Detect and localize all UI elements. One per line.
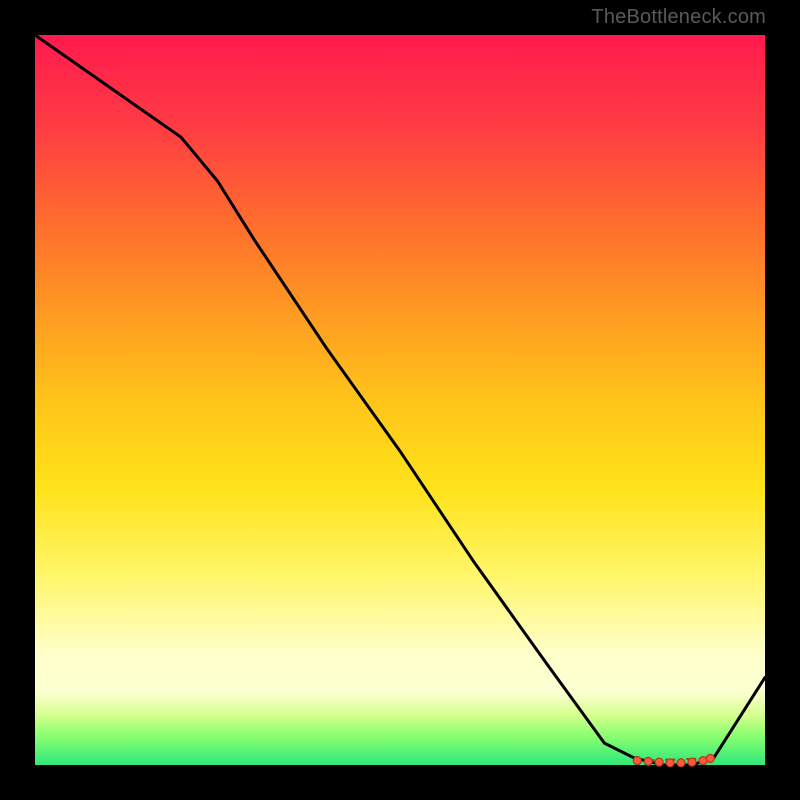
attribution-text: TheBottleneck.com — [591, 6, 766, 29]
chart-marker — [633, 757, 641, 765]
chart-line — [35, 35, 765, 765]
chart-marker — [666, 759, 674, 767]
chart-marker — [655, 758, 663, 766]
chart-marker — [688, 758, 696, 766]
chart-frame: TheBottleneck.com — [0, 0, 800, 800]
chart-markers — [633, 754, 714, 766]
chart-marker — [677, 759, 685, 767]
plot-area — [35, 35, 765, 765]
chart-marker — [706, 754, 714, 762]
chart-svg — [35, 35, 765, 765]
chart-marker — [644, 757, 652, 765]
